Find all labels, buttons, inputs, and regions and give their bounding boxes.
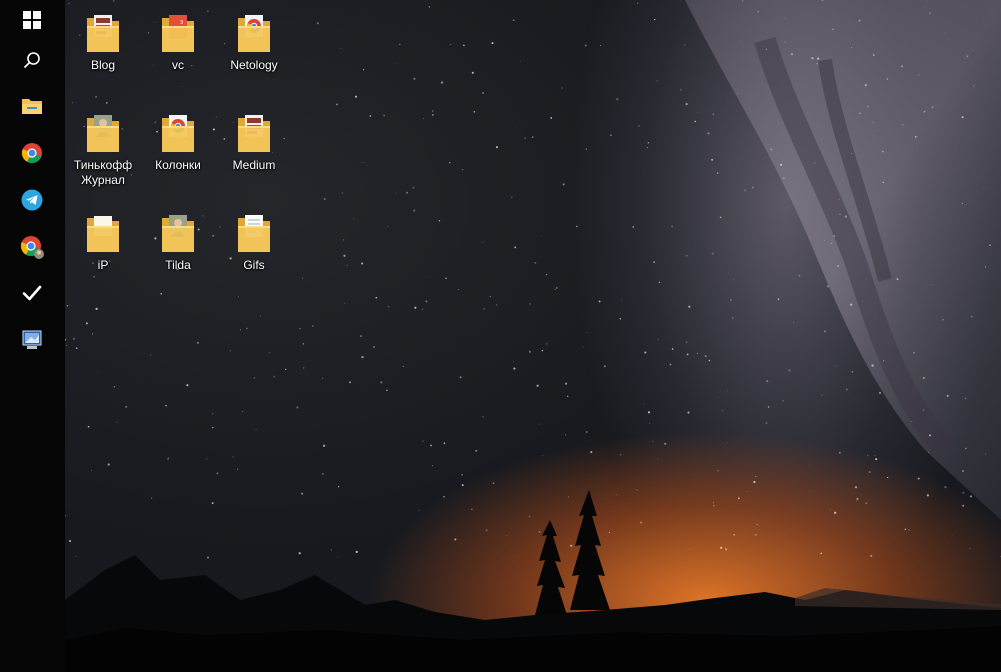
night-sky-landscape [65,0,1001,672]
svg-text:3: 3 [180,20,183,26]
folder-icon [160,112,196,154]
start-button[interactable] [10,0,54,40]
file-explorer-button[interactable] [10,86,54,126]
folder-icon [85,12,121,54]
folder-icon [236,12,272,54]
desktop-wallpaper [65,0,1001,672]
telegram-icon [21,189,43,211]
desktop-folder-medium[interactable]: Medium [216,112,292,173]
desktop-icon-label: vc [172,58,184,72]
desktop-folder-netology[interactable]: Netology [216,12,292,73]
desktop-folder-blog[interactable]: Blog [65,12,141,73]
desktop-screen: Blog 3 vc Netology Тинькофф Журнал Колонки Med… [0,0,1001,672]
desktop-folder-tilda[interactable]: Tilda [140,212,216,273]
desktop-icon-label: Колонки [155,158,201,172]
desktop-icon-label: Medium [232,158,276,172]
desktop-icon-label: Tilda [165,258,191,272]
search-button[interactable] [10,40,54,80]
checkmark-icon [22,285,42,301]
desktop-folder-тинькофф-журнал[interactable]: Тинькофф Журнал [65,112,141,188]
desktop-folder-ip[interactable]: iP [65,212,141,273]
desktop-folder-gifs[interactable]: Gifs [216,212,292,273]
search-icon [23,52,40,69]
taskbar [0,0,65,672]
folder-icon: 3 [160,12,196,54]
todo-button[interactable] [10,273,54,313]
desktop-folder-vc[interactable]: 3 vc [140,12,216,73]
folder-icon [236,212,272,254]
folder-icon [236,112,272,154]
chrome-icon [21,143,42,164]
folder-icon [160,212,196,254]
desktop-icon-label: Blog [90,58,116,72]
chrome-button[interactable] [10,133,54,173]
desktop-icon-label: iP [97,258,109,272]
desktop-icon-label: Тинькофф Журнал [73,158,133,187]
folder-icon [85,212,121,254]
remote-app-button[interactable] [10,320,54,360]
desktop-folder-колонки[interactable]: Колонки [140,112,216,173]
chrome-profile-button[interactable] [10,227,54,267]
desktop-icon-label: Gifs [243,258,265,272]
folder-icon [85,112,121,154]
folder-icon [22,99,42,114]
remote-desktop-icon [22,330,42,349]
telegram-button[interactable] [10,180,54,220]
windows-logo-icon [23,11,41,29]
desktop-icon-label: Netology [230,58,278,72]
chrome-profile-icon [20,236,44,259]
